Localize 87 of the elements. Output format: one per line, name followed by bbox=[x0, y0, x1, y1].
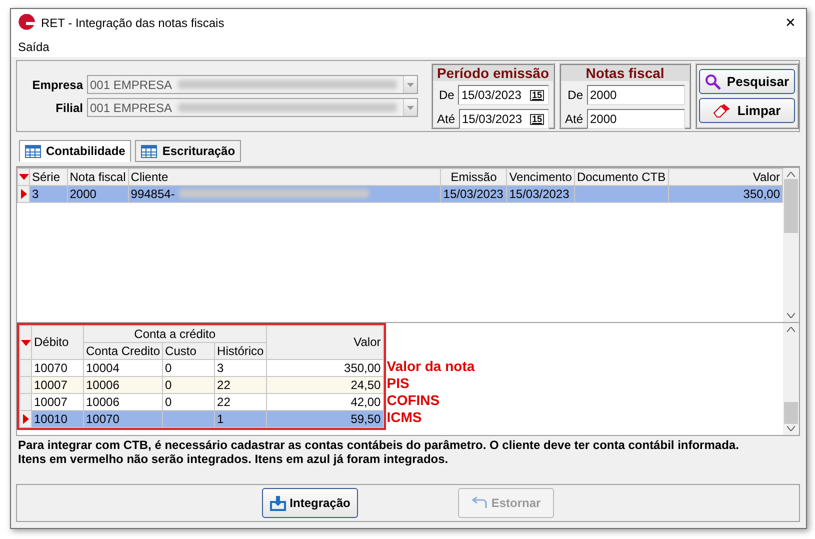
column-header[interactable]: Emissão bbox=[440, 168, 507, 186]
table-cell: 10006 bbox=[86, 378, 120, 392]
sort-indicator-icon bbox=[19, 174, 28, 180]
table-icon bbox=[25, 144, 41, 158]
scroll-up-icon[interactable] bbox=[787, 327, 795, 332]
table-cell: 10010 bbox=[34, 412, 68, 426]
table-cell: 15/03/2023 bbox=[509, 186, 570, 200]
table-cell: 3 bbox=[32, 186, 39, 200]
table-cell: 10007 bbox=[34, 378, 68, 392]
field-label: De bbox=[566, 87, 583, 104]
group-title: Notas fiscal bbox=[561, 65, 689, 81]
input-field[interactable]: 2000 bbox=[587, 85, 685, 105]
column-header[interactable]: Valor bbox=[668, 168, 782, 186]
table-cell: 10070 bbox=[34, 360, 68, 374]
column-header[interactable]: Documento CTB bbox=[574, 168, 668, 186]
annotation-label: ICMS bbox=[386, 409, 423, 426]
info-text: Itens em vermelho não serão integrados. Itens em azul já foram integrados. bbox=[18, 452, 450, 466]
column-header[interactable]: Histórico bbox=[214, 342, 266, 360]
column-header[interactable]: Cliente bbox=[128, 168, 441, 186]
field-label: Até bbox=[437, 111, 455, 128]
column-header[interactable]: Débito bbox=[32, 326, 84, 360]
table-cell: 10006 bbox=[86, 394, 120, 408]
table-cell: 994854- bbox=[130, 186, 175, 200]
eraser-icon bbox=[713, 104, 732, 118]
input-field[interactable]: 15/03/2023 15 bbox=[459, 109, 549, 129]
company-combo[interactable]: 001 EMPRESA bbox=[87, 75, 418, 94]
app-logo-icon bbox=[17, 14, 35, 32]
table-cell: 350,00 bbox=[344, 360, 381, 374]
annotation-label: Valor da nota bbox=[386, 358, 475, 375]
table-cell: 24,50 bbox=[350, 378, 381, 392]
tab[interactable]: Contabilidade bbox=[19, 140, 132, 162]
annotation-label: PIS bbox=[386, 375, 410, 392]
table-cell: 59,50 bbox=[350, 412, 381, 426]
input-field[interactable]: 15/03/2023 15 bbox=[458, 85, 549, 105]
clear-button[interactable]: Limpar bbox=[699, 98, 795, 123]
field-label: Empresa bbox=[31, 76, 84, 94]
calendar-button[interactable]: 15 bbox=[530, 114, 544, 124]
column-header[interactable]: Conta Credito bbox=[84, 342, 163, 360]
table-cell: 10007 bbox=[34, 394, 68, 408]
annotation-label: COFINS bbox=[386, 392, 441, 409]
close-button[interactable]: ✕ bbox=[785, 13, 800, 33]
input-field[interactable]: 2000 bbox=[587, 109, 685, 129]
column-header[interactable]: Vencimento bbox=[506, 168, 574, 186]
table-cell: 22 bbox=[217, 378, 230, 392]
search-icon bbox=[704, 74, 721, 90]
table-cell: 2000 bbox=[70, 186, 96, 200]
table-cell: 0 bbox=[165, 378, 172, 392]
table-cell: 350,00 bbox=[743, 186, 780, 200]
scroll-down-icon[interactable] bbox=[787, 426, 795, 431]
tab[interactable]: Escrituração bbox=[135, 140, 242, 162]
download-icon bbox=[270, 495, 286, 511]
scrollbar[interactable] bbox=[783, 168, 799, 322]
field-label: Filial bbox=[54, 100, 84, 116]
scroll-thumb[interactable] bbox=[784, 402, 798, 424]
search-button[interactable]: Pesquisar bbox=[699, 69, 795, 94]
table-cell: 10070 bbox=[86, 412, 120, 426]
undo-arrow-icon bbox=[471, 497, 488, 509]
table-cell: 15/03/2023 bbox=[443, 186, 504, 200]
calendar-button[interactable]: 15 bbox=[530, 90, 544, 100]
scroll-thumb[interactable] bbox=[784, 179, 798, 233]
table-cell: 0 bbox=[165, 360, 172, 374]
row-pointer-icon bbox=[21, 189, 27, 200]
column-group-header: Conta a crédito bbox=[84, 326, 266, 342]
row-pointer-icon bbox=[23, 414, 29, 424]
scroll-up-icon[interactable] bbox=[787, 172, 795, 177]
column-header[interactable]: Nota fiscal bbox=[67, 168, 128, 186]
scroll-down-icon[interactable] bbox=[787, 313, 795, 318]
scrollbar[interactable] bbox=[783, 323, 799, 435]
table-cell: 1 bbox=[217, 412, 224, 426]
table-cell: 3 bbox=[217, 360, 224, 374]
table-cell: 42,00 bbox=[350, 394, 381, 408]
table-cell: 0 bbox=[165, 394, 172, 408]
field-label: De bbox=[438, 87, 454, 104]
menu-item[interactable]: Saída bbox=[18, 38, 50, 56]
info-text: Para integrar com CTB, é necessário cadastrar as contas contábeis do parâmetro. O cliente deve ter conta contábil informada. bbox=[18, 438, 740, 452]
column-header[interactable]: Valor bbox=[266, 326, 384, 360]
table-icon bbox=[141, 144, 158, 158]
integrate-button[interactable]: Integração bbox=[262, 488, 358, 518]
table-cell: 10004 bbox=[86, 360, 120, 374]
table-cell: 22 bbox=[217, 394, 230, 408]
column-header[interactable]: Série bbox=[30, 168, 68, 186]
window-title: RET - Integração das notas fiscais bbox=[41, 15, 224, 32]
field-label: Até bbox=[565, 111, 583, 128]
company-combo[interactable]: 001 EMPRESA bbox=[87, 98, 418, 117]
column-header[interactable]: Custo bbox=[162, 342, 215, 360]
group-title: Período emissão bbox=[433, 65, 553, 81]
sort-indicator-icon bbox=[21, 340, 30, 346]
